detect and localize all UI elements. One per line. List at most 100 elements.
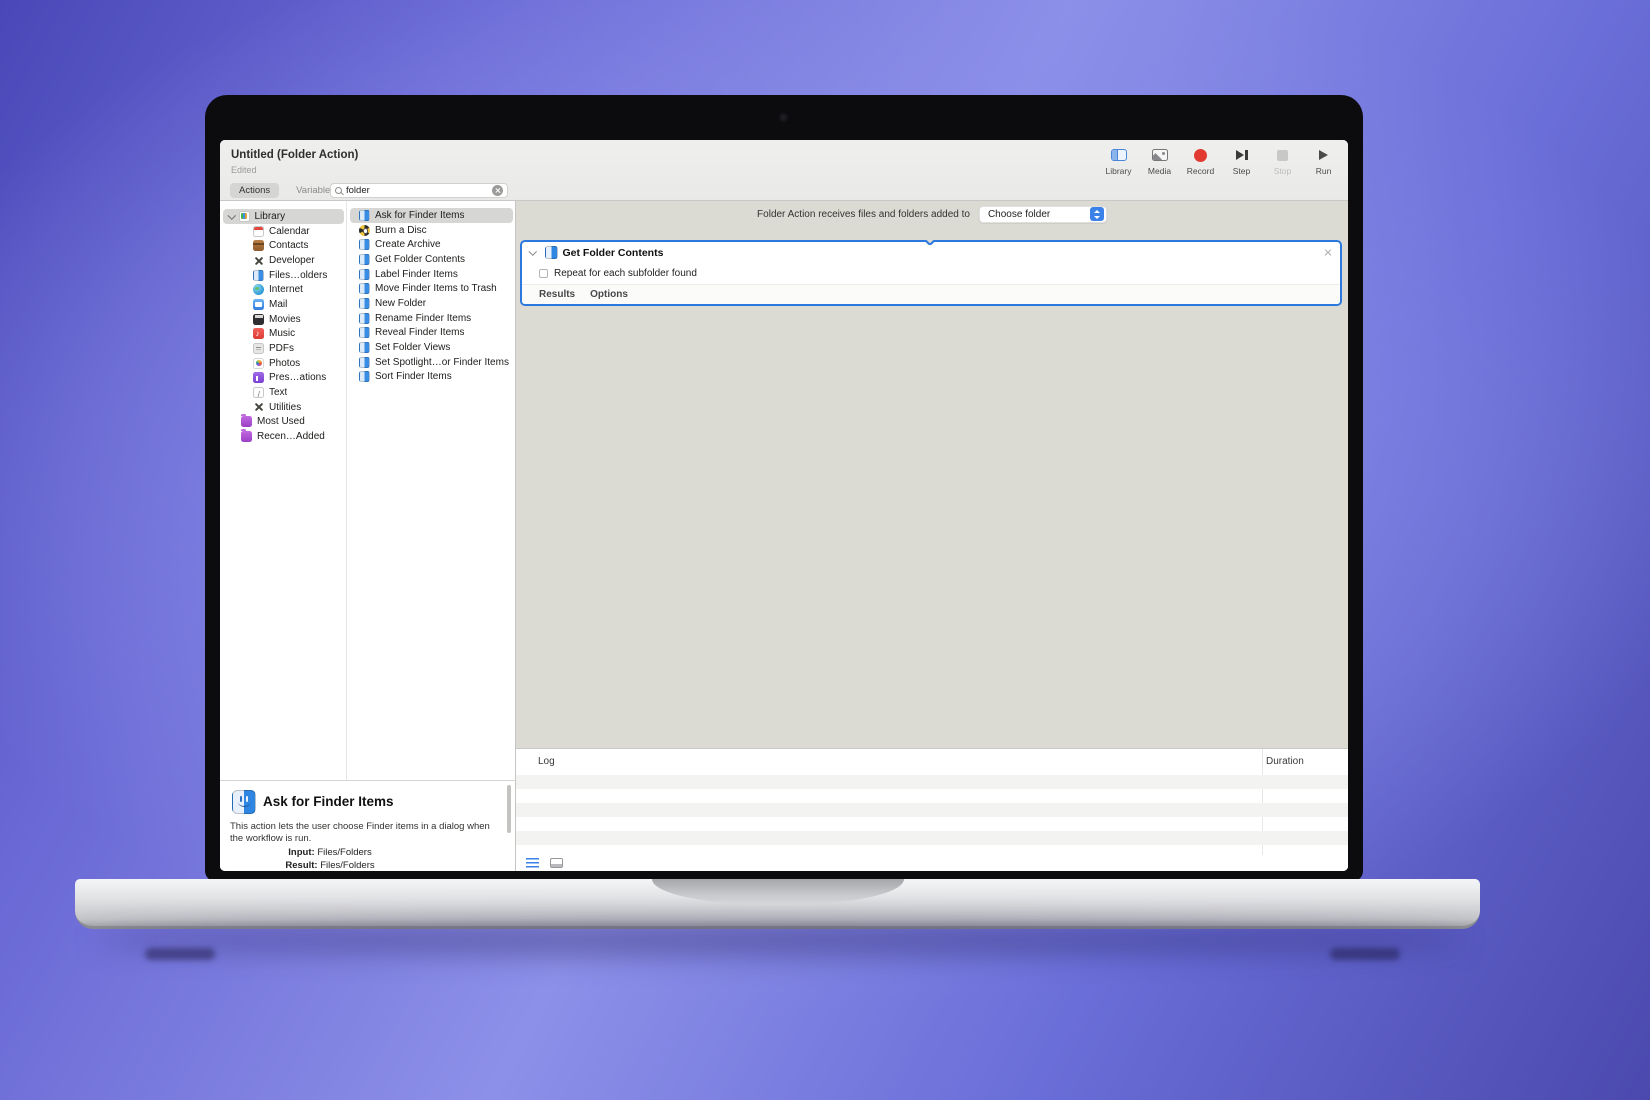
list-view-icon[interactable] <box>526 858 539 868</box>
chevron-down-icon[interactable] <box>529 247 537 255</box>
action-list-item[interactable]: Get Folder Contents <box>350 252 513 267</box>
action-list-item[interactable]: Burn a Disc <box>350 223 513 238</box>
laptop-bezel: Untitled (Folder Action) Edited Library … <box>205 95 1363 881</box>
library-tree: Library Calendar Contacts <box>223 209 344 444</box>
developer-icon <box>253 255 264 266</box>
choose-folder-dropdown[interactable]: Choose folder <box>979 206 1107 223</box>
clear-search-icon[interactable] <box>492 185 503 196</box>
search-input[interactable] <box>346 185 492 196</box>
description-field: Result: Files/Folders <box>220 860 440 872</box>
step-icon <box>1236 150 1248 160</box>
media-toolbar-button[interactable]: Media <box>1139 147 1180 176</box>
run-toolbar-button[interactable]: Run <box>1303 147 1344 176</box>
library-category-item[interactable]: Calendar <box>223 224 344 239</box>
library-category-item[interactable]: Internet <box>223 282 344 297</box>
library-category-item[interactable]: Movies <box>223 312 344 327</box>
library-category-item[interactable]: Utilities <box>223 400 344 415</box>
utilities-icon <box>253 402 264 413</box>
laptop-shadow <box>95 925 1465 955</box>
laptop-foot-left <box>145 948 215 960</box>
description-scrollbar[interactable] <box>507 785 511 833</box>
record-toolbar-label: Record <box>1187 166 1214 176</box>
repeat-subfolder-checkbox[interactable] <box>539 269 548 278</box>
log-column-header: Log <box>538 756 555 767</box>
column-divider <box>346 201 347 780</box>
toolbar: Library Media Record Step Stop <box>1098 147 1344 176</box>
automator-window: Untitled (Folder Action) Edited Library … <box>220 140 1348 871</box>
stepper-chevrons-icon <box>1090 207 1104 221</box>
media-icon <box>1152 149 1168 161</box>
step-toolbar-button[interactable]: Step <box>1221 147 1262 176</box>
finder-icon <box>253 270 264 281</box>
internet-icon <box>253 284 264 295</box>
description-fields: Input: Files/Folders Result: Files/Folde… <box>220 847 440 871</box>
stop-toolbar-button: Stop <box>1262 147 1303 176</box>
smart-folder-icon <box>241 416 252 427</box>
action-list-item[interactable]: Label Finder Items <box>350 267 513 282</box>
stop-icon <box>1277 150 1288 161</box>
library-category-item[interactable]: Developer <box>223 253 344 268</box>
text-icon <box>253 387 264 398</box>
library-category-item[interactable]: PDFs <box>223 341 344 356</box>
action-list-item[interactable]: Ask for Finder Items <box>350 208 513 223</box>
action-list-item[interactable]: Reveal Finder Items <box>350 326 513 341</box>
library-toolbar-button[interactable]: Library <box>1098 147 1139 176</box>
folder-action-header: Folder Action receives files and folders… <box>516 204 1348 224</box>
record-icon <box>1194 149 1207 162</box>
smart-folder-icon <box>241 431 252 442</box>
library-category-item[interactable]: Contacts <box>223 238 344 253</box>
movies-icon <box>253 314 264 325</box>
finder-action-icon <box>359 371 370 382</box>
search-field <box>330 183 508 198</box>
library-icon <box>239 211 250 222</box>
run-icon <box>1319 150 1328 160</box>
search-icon <box>335 187 342 194</box>
tab-actions[interactable]: Actions <box>230 183 279 198</box>
library-category-item[interactable]: Text <box>223 385 344 400</box>
actions-list: Ask for Finder Items Burn a Disc Create … <box>350 208 513 384</box>
burn-disc-icon <box>359 225 370 236</box>
duration-column-header: Duration <box>1266 756 1304 767</box>
record-toolbar-button[interactable]: Record <box>1180 147 1221 176</box>
options-button[interactable]: Options <box>590 289 628 300</box>
laptop-base <box>75 879 1480 929</box>
finder-action-icon <box>359 283 370 294</box>
log-row <box>516 831 1348 845</box>
smart-group-item[interactable]: Most Used <box>223 415 344 430</box>
smart-group-item[interactable]: Recen…Added <box>223 429 344 444</box>
chevron-down-icon[interactable] <box>228 211 236 219</box>
results-button[interactable]: Results <box>539 289 575 300</box>
log-row <box>516 789 1348 803</box>
library-category-item[interactable]: Pres…ations <box>223 371 344 386</box>
library-category-item[interactable]: Mail <box>223 297 344 312</box>
library-category-item[interactable]: Music <box>223 327 344 342</box>
action-list-item[interactable]: Create Archive <box>350 237 513 252</box>
finder-icon <box>545 246 558 259</box>
action-list-item[interactable]: Sort Finder Items <box>350 370 513 385</box>
calendar-icon <box>253 226 264 237</box>
finder-action-icon <box>359 239 370 250</box>
pdfs-icon <box>253 343 264 354</box>
close-icon[interactable] <box>1323 248 1332 257</box>
window-edited-status: Edited <box>231 165 257 175</box>
workflow-action-block[interactable]: Get Folder Contents Repeat for each subf… <box>520 240 1342 306</box>
finder-action-icon <box>359 254 370 265</box>
run-toolbar-label: Run <box>1316 166 1332 176</box>
log-panel-icon[interactable] <box>550 858 563 868</box>
description-title: Ask for Finder Items <box>263 794 394 809</box>
action-list-item[interactable]: Set Folder Views <box>350 340 513 355</box>
description-text: This action lets the user choose Finder … <box>230 821 504 845</box>
action-list-item[interactable]: Move Finder Items to Trash <box>350 281 513 296</box>
library-category-item[interactable]: Files…olders <box>223 268 344 283</box>
action-list-item[interactable]: Rename Finder Items <box>350 311 513 326</box>
finder-action-icon <box>359 298 370 309</box>
library-category-item[interactable]: Photos <box>223 356 344 371</box>
log-row <box>516 803 1348 817</box>
laptop-camera <box>779 113 788 122</box>
finder-action-icon <box>359 269 370 280</box>
sidebar-item-library[interactable]: Library <box>223 209 344 224</box>
sidebar-tabs: Actions Variables <box>230 183 344 198</box>
action-list-item[interactable]: Set Spotlight…or Finder Items <box>350 355 513 370</box>
action-list-item[interactable]: New Folder <box>350 296 513 311</box>
laptop-foot-right <box>1330 948 1400 960</box>
